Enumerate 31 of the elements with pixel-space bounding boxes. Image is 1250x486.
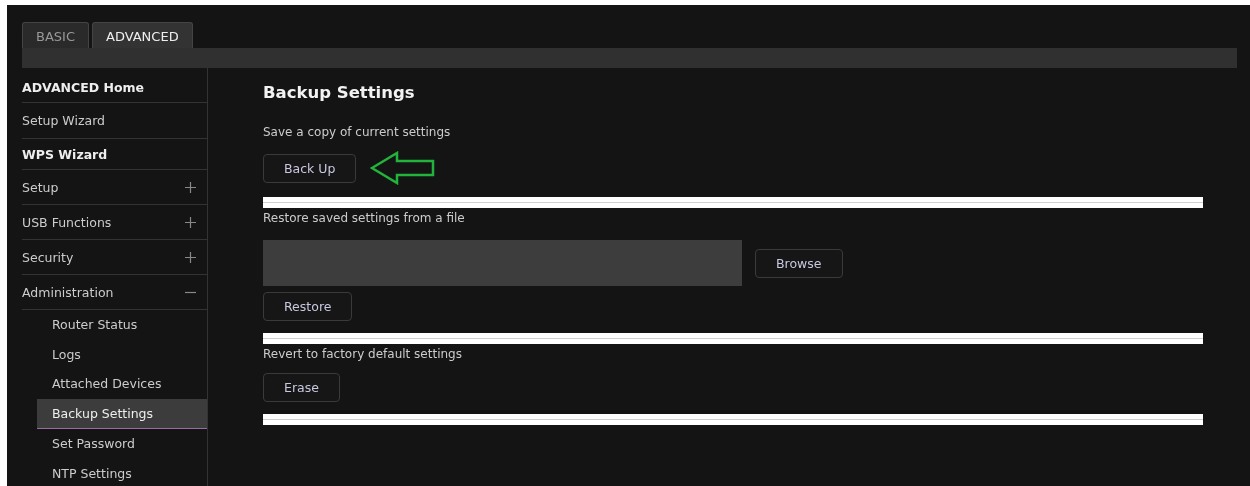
sidebar-subitem[interactable]: Logs: [37, 339, 207, 369]
section-label: Save a copy of current settings: [263, 125, 452, 141]
tab[interactable]: BASIC: [22, 22, 89, 48]
sidebar-item[interactable]: Setup: [22, 170, 207, 205]
action-button[interactable]: Back Up: [263, 153, 357, 183]
tab[interactable]: ADVANCED: [92, 22, 193, 48]
sidebar-item[interactable]: USB Functions: [22, 205, 207, 240]
sidebar-item[interactable]: ADVANCED Home: [22, 72, 207, 103]
section-label: Restore saved settings from a file: [263, 211, 466, 227]
sidebar-subitem[interactable]: Attached Devices: [37, 369, 207, 399]
action-button[interactable]: Restore: [263, 292, 353, 321]
sidebar-label: USB Functions: [22, 214, 112, 230]
sidebar-label: Setup: [22, 179, 59, 195]
sidebar-subitem[interactable]: NTP Settings: [37, 458, 207, 486]
sidebar-item[interactable]: Setup Wizard: [22, 103, 207, 139]
sidebar-item[interactable]: Security: [22, 240, 207, 275]
sidebar-label: Administration: [22, 284, 114, 300]
action-button[interactable]: Erase: [263, 373, 340, 402]
sidebar-subitem[interactable]: Backup Settings: [37, 398, 207, 429]
sidebar-item[interactable]: Administration: [22, 275, 207, 310]
browse-button[interactable]: Browse: [755, 248, 843, 278]
file-path-field[interactable]: [263, 240, 742, 286]
sidebar-item[interactable]: WPS Wizard: [22, 139, 207, 170]
sidebar-label: Security: [22, 249, 74, 265]
plus-icon[interactable]: [185, 251, 196, 263]
page-title: Backup Settings: [263, 83, 416, 104]
plus-icon[interactable]: [185, 216, 196, 228]
sidebar-subitem[interactable]: Router Status: [37, 310, 207, 340]
sidebar-subitem[interactable]: Set Password: [37, 429, 207, 459]
section-label: Revert to factory default settings: [263, 347, 463, 363]
plus-icon[interactable]: [185, 181, 196, 193]
